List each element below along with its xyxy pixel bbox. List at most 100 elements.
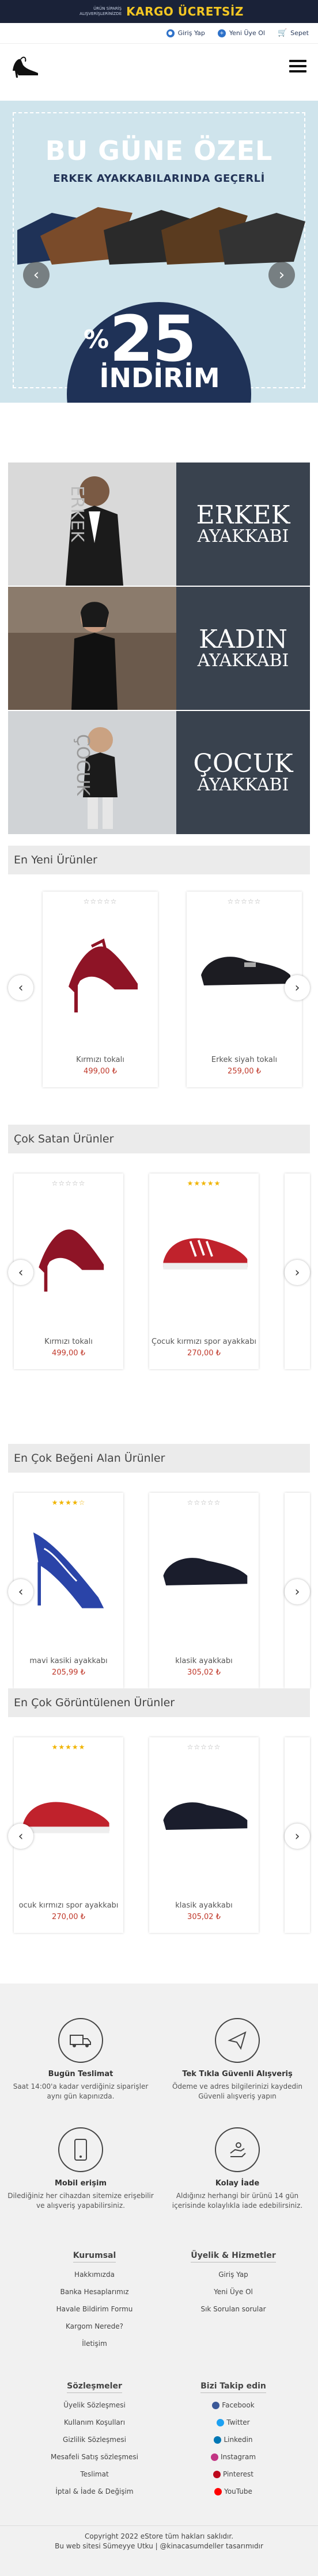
footer-link[interactable]: Kullanım Koşulları <box>25 2418 164 2426</box>
product-name[interactable]: klasik ayakkabı <box>149 1657 259 1665</box>
section-title: En Çok Görüntülenen Ürünler <box>8 1688 310 1717</box>
youtube-link[interactable]: YouTube <box>164 2487 302 2495</box>
hero-slider[interactable]: BU GÜNE ÖZEL ERKEK AYAKKABILARINDA GEÇER… <box>0 101 318 403</box>
footer-link[interactable]: Kargom Nerede? <box>25 2322 164 2330</box>
product-name[interactable]: Çocuk kırmızı spor ayakkabı <box>149 1337 259 1346</box>
send-icon <box>215 2018 260 2063</box>
category-kids[interactable]: ÇOCUK ÇOCUK AYAKKABI <box>8 711 310 834</box>
footer-link[interactable]: Hakkımızda <box>25 2271 164 2279</box>
category-women[interactable]: KADIN AYAKKABI <box>8 587 310 710</box>
product-name[interactable]: klasik ayakkabı <box>149 1901 259 1910</box>
login-link[interactable]: ● Giriş Yap <box>166 29 205 37</box>
promo-banner[interactable]: ÜRÜN SİPARİŞ ALIŞVERİŞLERİNİZDE KARGO ÜCR… <box>0 0 318 23</box>
carousel-prev-button[interactable]: ‹ <box>8 1579 33 1604</box>
section-title: Çok Satan Ürünler <box>8 1125 310 1153</box>
carousel-prev-button[interactable]: ‹ <box>8 1824 33 1849</box>
carousel-next-button[interactable]: › <box>285 1579 310 1604</box>
shoes-image <box>17 207 305 265</box>
pinterest-icon <box>213 2470 221 2478</box>
footer-link[interactable]: İptal & İade & Değişim <box>25 2487 164 2495</box>
feature-title: Bugün Teslimat <box>48 2070 113 2078</box>
carousel-next-button[interactable]: › <box>285 1824 310 1849</box>
rating-stars: ☆☆☆☆☆ <box>187 1743 221 1751</box>
rating-stars: ★★★★☆ <box>51 1499 86 1507</box>
carousel-prev-button[interactable]: ‹ <box>8 1260 33 1285</box>
product-price: 499,00 ₺ <box>84 1067 117 1076</box>
footer-link[interactable]: Yeni Üye Ol <box>164 2288 302 2296</box>
promo-small-text: ÜRÜN SİPARİŞ ALIŞVERİŞLERİNİZDE <box>80 6 122 16</box>
rating-stars: ☆☆☆☆☆ <box>227 897 262 905</box>
kids-sneaker-image <box>22 1802 109 1833</box>
linkedin-link[interactable]: Linkedin <box>164 2436 302 2444</box>
feature-desc: Ödeme ve adres bilgilerinizi kaydedin Gü… <box>172 2082 303 2100</box>
product-card[interactable]: ★★★★★ Çocuk kırmızı spor ayakkabı 270,00… <box>149 1174 259 1369</box>
footer-social: Bizi Takip edin Facebook Twitter Linkedi… <box>164 2382 302 2505</box>
add-user-icon: + <box>217 29 226 37</box>
logo-shoe-icon[interactable] <box>8 53 40 79</box>
twitter-link[interactable]: Twitter <box>164 2418 302 2426</box>
credit-text: Bu web sitesi Sümeyye Utku | @kinacasumd… <box>55 2542 263 2550</box>
footer-membership: Üyelik & Hizmetler Giriş Yap Yeni Üye Ol… <box>164 2251 302 2322</box>
pinterest-link[interactable]: Pinterest <box>164 2470 302 2478</box>
slider-title: BU GÜNE ÖZEL <box>45 135 273 166</box>
facebook-icon <box>212 2401 220 2409</box>
slider-prev-button[interactable]: ‹ <box>23 262 50 288</box>
instagram-link[interactable]: Instagram <box>164 2453 302 2461</box>
men-photo: ERKEK <box>8 463 176 586</box>
footer-link[interactable]: Üyelik Sözleşmesi <box>25 2401 164 2409</box>
carousel-prev-button[interactable]: ‹ <box>8 975 33 1000</box>
login-label: Giriş Yap <box>177 29 205 37</box>
feature-return: Kolay İade Aldığınız herhangi bir ürünü … <box>162 2127 312 2211</box>
product-name[interactable]: Erkek siyah tokalı <box>187 1056 302 1064</box>
footer-link[interactable]: İletişim <box>25 2340 164 2348</box>
slider-next-button[interactable]: › <box>268 262 295 288</box>
product-name[interactable]: Kırmızı tokalı <box>14 1337 123 1346</box>
feature-mobile: Mobil erişim Dilediğiniz her cihazdan si… <box>6 2127 156 2211</box>
feature-desc: Saat 14:00'a kadar verdiğiniz siparişler… <box>13 2082 149 2100</box>
footer-corporate: Kurumsal Hakkımızda Banka Hesaplarımız H… <box>25 2251 164 2357</box>
footer-link[interactable]: Mesafeli Satış sözleşmesi <box>25 2453 164 2461</box>
copyright: Copyright 2022 eStore tüm hakları saklıd… <box>0 2525 318 2551</box>
social-title: Bizi Takip edin <box>200 2382 266 2393</box>
blue-heel-image <box>33 1532 104 1608</box>
product-card[interactable]: ☆☆☆☆☆ klasik ayakkabı 305,02 ₺ <box>149 1737 259 1933</box>
register-label: Yeni Üye Ol <box>229 29 265 37</box>
category-banners: ERKEK ERKEK AYAKKABI KADIN AYAKKABI ÇOCUK … <box>8 463 310 835</box>
category-men[interactable]: ERKEK ERKEK AYAKKABI <box>8 463 310 586</box>
category-women-title: KADIN <box>198 625 288 654</box>
section-title: En Çok Beğeni Alan Ürünler <box>8 1444 310 1473</box>
section-most-liked: En Çok Beğeni Alan Ürünler ★★★★☆ mavi ka… <box>8 1444 310 1714</box>
feature-desc: Dilediğiniz her cihazdan sitemize erişeb… <box>7 2192 154 2210</box>
rating-stars: ☆☆☆☆☆ <box>51 1179 86 1187</box>
footer-link[interactable]: Teslimat <box>25 2470 164 2478</box>
footer-link[interactable]: Banka Hesaplarımız <box>25 2288 164 2296</box>
register-link[interactable]: + Yeni Üye Ol <box>217 29 265 37</box>
product-name[interactable]: Kırmızı tokalı <box>43 1056 158 1064</box>
product-card[interactable]: ☆☆☆☆☆ klasik ayakkabı 305,02 ₺ <box>149 1493 259 1688</box>
facebook-link[interactable]: Facebook <box>164 2401 302 2409</box>
cart-link[interactable]: 🛒 Sepet <box>278 29 309 37</box>
product-card[interactable]: ☆☆☆☆☆ Kırmızı tokalı 499,00 ₺ <box>43 892 158 1087</box>
product-price: 205,99 ₺ <box>52 1668 85 1677</box>
carousel-next-button[interactable]: › <box>285 1260 310 1285</box>
carousel-next-button[interactable]: › <box>285 975 310 1000</box>
women-photo <box>8 587 176 710</box>
youtube-icon <box>214 2487 222 2495</box>
footer-link[interactable]: Havale Bildirim Formu <box>25 2305 164 2313</box>
footer-link[interactable]: Sık Sorulan sorular <box>164 2305 302 2313</box>
svg-text:ÇOCUK: ÇOCUK <box>73 734 93 796</box>
feature-title: Tek Tıkla Güvenli Alışveriş <box>182 2070 293 2078</box>
product-name[interactable]: mavi kasiki ayakkabı <box>14 1657 123 1665</box>
rating-stars: ★★★★★ <box>187 1179 221 1187</box>
footer-link[interactable]: Giriş Yap <box>164 2271 302 2279</box>
kids-sneaker-image <box>163 1238 248 1270</box>
footer-link[interactable]: Gizlilik Sözleşmesi <box>25 2436 164 2444</box>
menu-toggle[interactable] <box>289 60 306 72</box>
cart-icon: 🛒 <box>277 29 287 37</box>
promo-headline: KARGO ÜCRETSİZ <box>126 5 244 18</box>
product-name[interactable]: ocuk kırmızı spor ayakkabı <box>14 1901 123 1910</box>
classic-shoe-image <box>163 1802 248 1830</box>
product-price: 499,00 ₺ <box>52 1349 85 1358</box>
user-icon: ● <box>166 29 175 37</box>
truck-icon <box>58 2018 103 2063</box>
